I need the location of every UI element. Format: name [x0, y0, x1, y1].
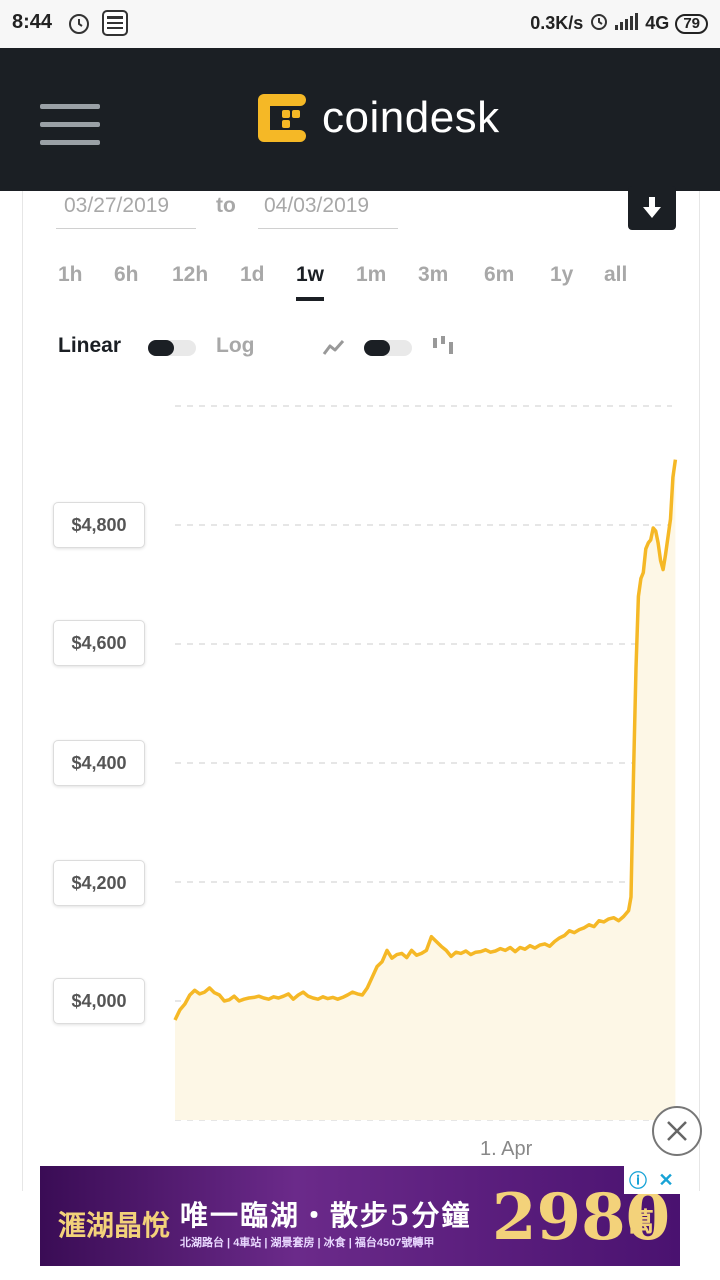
y-tick-4200: $4,200 — [53, 860, 145, 906]
download-button[interactable] — [628, 186, 676, 230]
network-speed: 0.3K/s — [530, 13, 584, 33]
download-arrow-icon — [643, 197, 661, 218]
alarm-icon — [66, 10, 92, 41]
hamburger-icon[interactable] — [40, 104, 100, 150]
app-notification-icon — [102, 10, 128, 41]
tab-3m[interactable]: 3m — [418, 263, 448, 287]
close-ad-button[interactable] — [652, 1106, 702, 1156]
status-bar: 8:44 0.3K/s 4G 79 — [0, 0, 720, 48]
close-icon — [667, 1121, 687, 1141]
ad-controls: ⓘ ✕ — [624, 1166, 680, 1194]
coindesk-logo[interactable]: coindesk — [256, 92, 500, 144]
close-icon[interactable]: ✕ — [652, 1166, 680, 1194]
status-time: 8:44 — [12, 11, 53, 33]
log-label[interactable]: Log — [216, 334, 254, 358]
ad-headline: 唯一臨湖・散步5分鐘 — [180, 1199, 472, 1232]
signal-icon — [615, 12, 639, 35]
end-date-input[interactable]: 04/03/2019 — [258, 194, 398, 229]
ad-price-unit: 萬 — [628, 1208, 655, 1238]
tab-1m[interactable]: 1m — [356, 263, 386, 287]
tab-1d[interactable]: 1d — [240, 263, 265, 287]
ad-banner[interactable]: 滙湖晶悅 唯一臨湖・散步5分鐘 北湖路台 | 4車站 | 湖景套房 | 冰食 |… — [40, 1166, 680, 1266]
tab-1h[interactable]: 1h — [58, 263, 83, 287]
start-date-input[interactable]: 03/27/2019 — [56, 194, 196, 229]
line-chart-icon[interactable] — [322, 338, 346, 363]
y-tick-4600: $4,600 — [53, 620, 145, 666]
ad-subline: 北湖路台 | 4車站 | 湖景套房 | 冰食 | 福台4507號轉甲 — [180, 1237, 435, 1249]
chart-type-toggle[interactable] — [364, 340, 412, 356]
network-type: 4G — [645, 13, 670, 33]
tab-1y[interactable]: 1y — [550, 263, 573, 287]
chart-card — [22, 191, 700, 1191]
start-date-value: 03/27/2019 — [64, 194, 170, 217]
time-range-tabs: 1h 6h 12h 1d 1w 1m 3m 6m 1y all — [0, 263, 720, 303]
y-tick-4800: $4,800 — [53, 502, 145, 548]
tab-12h[interactable]: 12h — [172, 263, 208, 287]
linear-label[interactable]: Linear — [58, 334, 121, 358]
y-tick-4000: $4,000 — [53, 978, 145, 1024]
coindesk-logo-icon — [258, 94, 306, 142]
active-tab-indicator — [296, 297, 324, 301]
tab-1w[interactable]: 1w — [296, 263, 324, 287]
x-tick-apr-1: 1. Apr — [480, 1138, 533, 1160]
candlestick-icon[interactable] — [432, 334, 456, 363]
date-separator: to — [216, 194, 236, 217]
battery-indicator: 79 — [675, 13, 708, 34]
ad-brand: 滙湖晶悅 — [58, 1209, 171, 1242]
alarm-icon — [589, 11, 609, 36]
tab-all[interactable]: all — [604, 263, 627, 287]
end-date-value: 04/03/2019 — [264, 194, 370, 217]
logo-text: coindesk — [322, 93, 500, 142]
y-tick-4400: $4,400 — [53, 740, 145, 786]
tab-6h[interactable]: 6h — [114, 263, 139, 287]
linear-log-toggle[interactable] — [148, 340, 196, 356]
tab-6m[interactable]: 6m — [484, 263, 514, 287]
status-right: 0.3K/s 4G 79 — [530, 11, 708, 36]
info-icon[interactable]: ⓘ — [624, 1166, 652, 1194]
